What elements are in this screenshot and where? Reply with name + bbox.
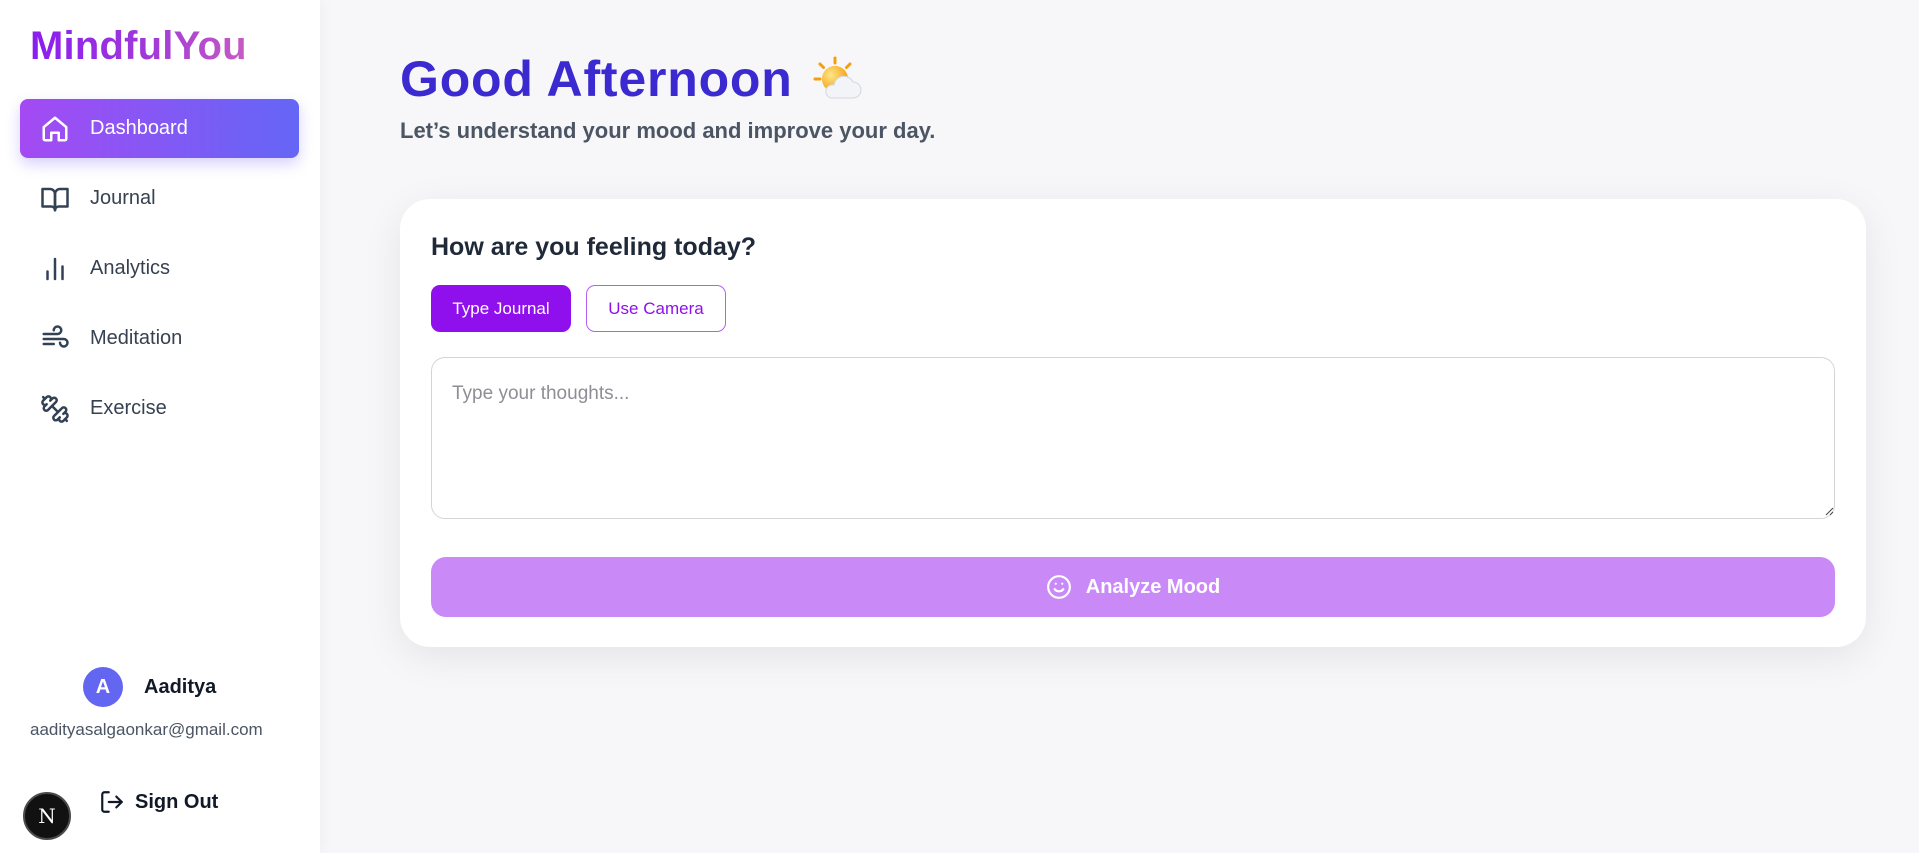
page-subtitle: Let’s understand your mood and improve y…: [400, 118, 936, 143]
user-name: Aaditya: [144, 675, 217, 698]
sidebar-item-meditation[interactable]: Meditation: [20, 309, 299, 368]
sidebar-item-exercise[interactable]: Exercise: [20, 379, 299, 438]
wind-icon: [40, 324, 70, 354]
input-mode-tabs: Type Journal Use Camera: [431, 285, 741, 332]
tab-type-journal[interactable]: Type Journal: [431, 285, 571, 332]
avatar[interactable]: A: [83, 667, 123, 707]
resize-handle-icon[interactable]: [1824, 506, 1834, 516]
sidebar-item-journal[interactable]: Journal: [20, 169, 299, 228]
sidebar-item-label: Exercise: [90, 397, 167, 419]
mood-card: How are you feeling today? Type Journal …: [400, 199, 1866, 647]
sun-behind-cloud-icon: [813, 54, 863, 104]
smile-icon: [1046, 575, 1071, 599]
user-email: aadityasalgaonkar@gmail.com: [30, 720, 263, 739]
sidebar-item-dashboard[interactable]: Dashboard: [20, 99, 299, 158]
greeting-heading: Good Afternoon: [400, 50, 863, 108]
card-title: How are you feeling today?: [431, 233, 757, 261]
sidebar-item-label: Journal: [90, 187, 156, 209]
sign-out-label: Sign Out: [135, 790, 219, 813]
nextjs-badge-icon[interactable]: N: [23, 792, 71, 840]
sidebar: MindfulYou Dashboard Journal Analytics M…: [0, 0, 320, 853]
book-icon: [40, 184, 70, 214]
analyze-mood-button[interactable]: Analyze Mood: [431, 557, 1835, 617]
sidebar-item-label: Analytics: [90, 257, 171, 279]
dumbbell-icon: [40, 394, 70, 424]
bar-chart-icon: [40, 254, 70, 284]
analyze-mood-label: Analyze Mood: [1085, 575, 1221, 598]
sign-out-button[interactable]: Sign Out: [99, 789, 218, 815]
home-icon: [40, 114, 70, 144]
tab-use-camera[interactable]: Use Camera: [586, 285, 726, 332]
page-title: Good Afternoon: [400, 51, 793, 107]
sidebar-item-label: Meditation: [90, 327, 183, 349]
sidebar-nav: Dashboard Journal Analytics Meditation E…: [20, 99, 299, 449]
log-out-icon: [101, 791, 123, 813]
user-row: A Aaditya: [83, 667, 216, 707]
sidebar-item-label: Dashboard: [90, 117, 188, 139]
sidebar-item-analytics[interactable]: Analytics: [20, 239, 299, 298]
thoughts-input[interactable]: [431, 357, 1835, 519]
app-logo[interactable]: MindfulYou: [30, 24, 247, 69]
